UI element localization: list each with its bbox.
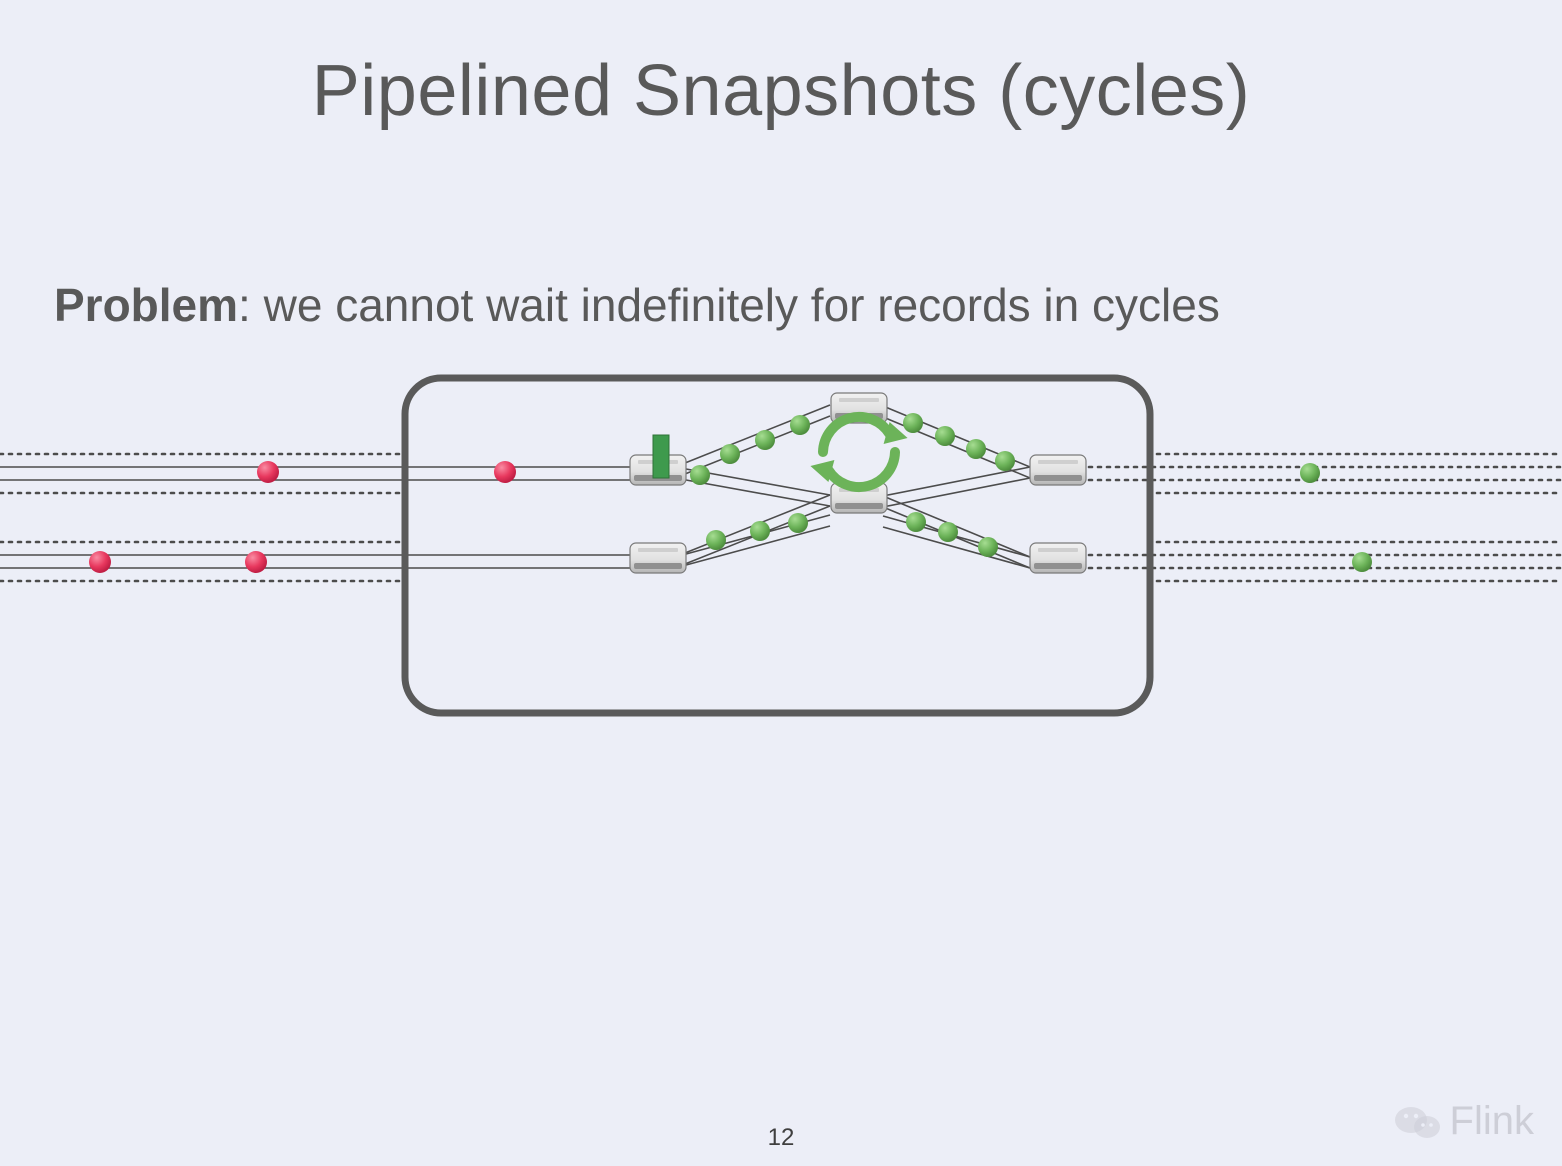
record-red — [257, 461, 279, 483]
record-red — [89, 551, 111, 573]
record-green — [706, 530, 726, 550]
sink-task-2 — [1030, 543, 1086, 573]
record-green — [788, 513, 808, 533]
slide-title: Pipelined Snapshots (cycles) — [0, 50, 1562, 132]
record-green — [935, 426, 955, 446]
pipeline-diagram — [0, 360, 1562, 720]
checkpoint-barrier — [653, 435, 669, 478]
record-green — [690, 465, 710, 485]
record-red — [494, 461, 516, 483]
record-green — [938, 522, 958, 542]
record-green — [755, 430, 775, 450]
record-red — [245, 551, 267, 573]
problem-text: : we cannot wait indefinitely for record… — [238, 279, 1220, 331]
record-green — [1352, 552, 1372, 572]
record-green — [906, 512, 926, 532]
problem-label: Problem — [54, 279, 238, 331]
record-green — [978, 537, 998, 557]
record-green — [995, 451, 1015, 471]
sink-task-1 — [1030, 455, 1086, 485]
record-green — [790, 415, 810, 435]
watermark-text: Flink — [1450, 1099, 1534, 1144]
dotted-channels — [0, 454, 1562, 581]
in-transit-records-red — [89, 461, 516, 573]
record-green — [750, 521, 770, 541]
record-green — [720, 444, 740, 464]
problem-statement: Problem: we cannot wait indefinitely for… — [54, 278, 1220, 332]
page-number: 12 — [0, 1124, 1562, 1152]
record-green — [966, 439, 986, 459]
flink-watermark: Flink — [1394, 1099, 1534, 1144]
record-green — [1300, 463, 1320, 483]
record-green — [903, 413, 923, 433]
source-task-2 — [630, 543, 686, 573]
wechat-icon — [1394, 1102, 1442, 1142]
cycle-icon — [810, 417, 907, 487]
